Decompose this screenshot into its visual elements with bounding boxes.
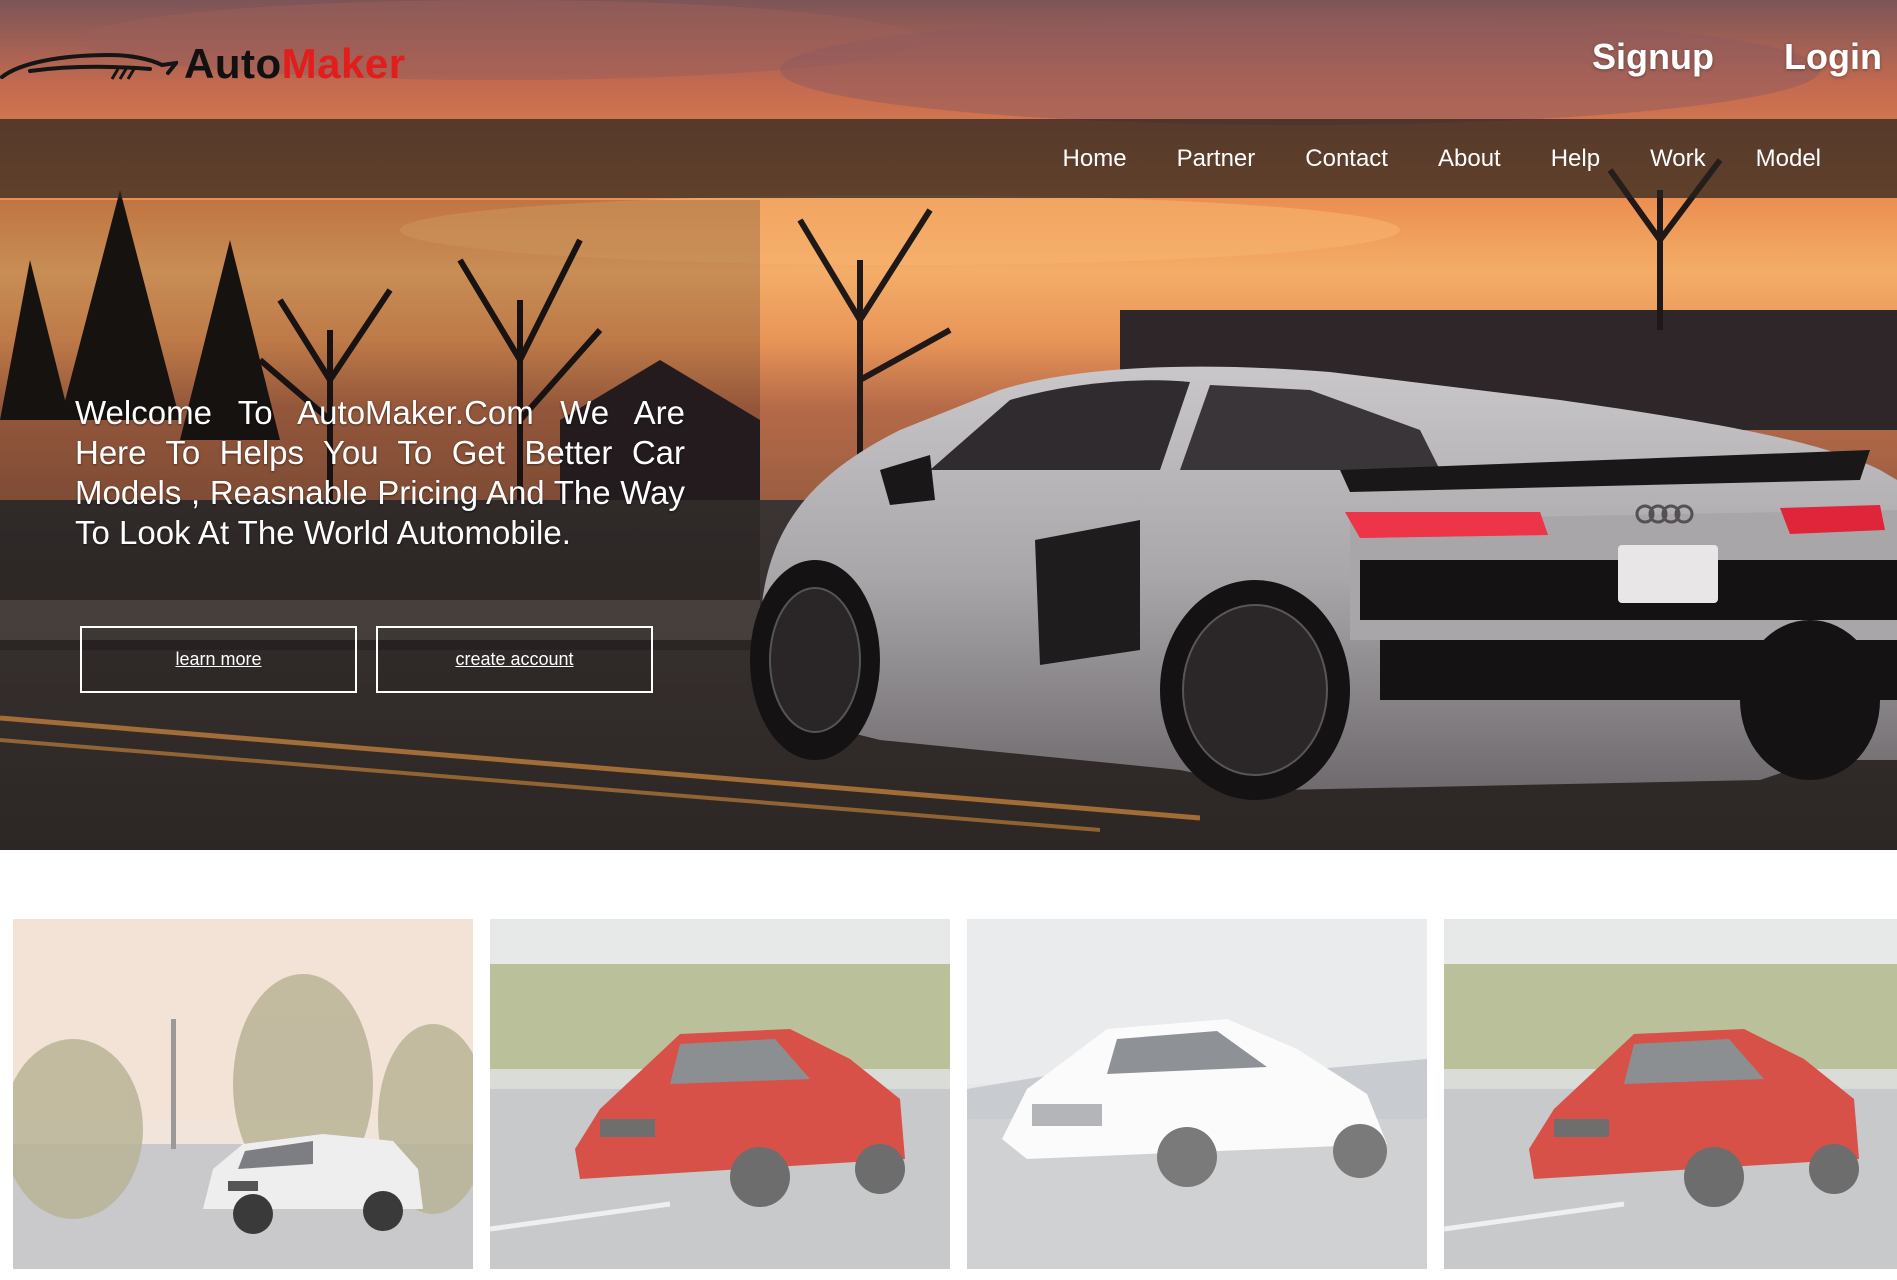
car-photo-white-coupe [967, 919, 1427, 1269]
car-photo-white-wagon [13, 919, 473, 1269]
nav-link-model[interactable]: Model [1756, 145, 1821, 172]
nav-item-contact: Contact [1305, 145, 1388, 173]
nav-item-model: Model [1756, 145, 1821, 173]
hero-car-illustration [750, 366, 1897, 800]
nav-link-contact[interactable]: Contact [1305, 145, 1388, 172]
nav-link-work[interactable]: Work [1650, 145, 1706, 172]
nav-item-about: About [1438, 145, 1501, 173]
car-photo-red-coupe [1444, 919, 1897, 1269]
hero-banner: AutoMaker Signup Login Home Partner Cont… [0, 0, 1897, 850]
nav-link-help[interactable]: Help [1551, 145, 1600, 172]
signup-link[interactable]: Signup [1592, 36, 1714, 78]
login-link[interactable]: Login [1784, 36, 1882, 78]
car-photo-red-coupe [490, 919, 950, 1269]
nav-item-partner: Partner [1177, 145, 1256, 173]
nav-link-partner[interactable]: Partner [1177, 145, 1256, 172]
nav-list: Home Partner Contact About Help Work Mod… [1063, 119, 1821, 198]
car-logo-icon [0, 52, 178, 80]
brand-name-maker: Maker [281, 40, 406, 87]
gallery-card[interactable] [490, 919, 950, 1269]
create-account-button[interactable]: create account [376, 626, 653, 693]
brand-name-auto: Auto [184, 40, 282, 87]
learn-more-button[interactable]: learn more [80, 626, 357, 693]
brand-name: AutoMaker [184, 40, 406, 88]
nav-link-about[interactable]: About [1438, 145, 1501, 172]
gallery-card[interactable] [13, 919, 473, 1269]
gallery-card[interactable] [967, 919, 1427, 1269]
car-gallery [0, 919, 1897, 1269]
nav-item-help: Help [1551, 145, 1600, 173]
main-navigation: Home Partner Contact About Help Work Mod… [0, 119, 1897, 198]
brand-logo[interactable]: AutoMaker [0, 38, 406, 90]
nav-link-home[interactable]: Home [1063, 145, 1127, 172]
auth-links: Signup Login [1592, 36, 1882, 78]
nav-item-work: Work [1650, 145, 1706, 173]
gallery-card[interactable] [1444, 919, 1897, 1269]
nav-item-home: Home [1063, 145, 1127, 173]
hero-welcome-text: Welcome To AutoMaker.Com We Are Here To … [75, 394, 685, 551]
